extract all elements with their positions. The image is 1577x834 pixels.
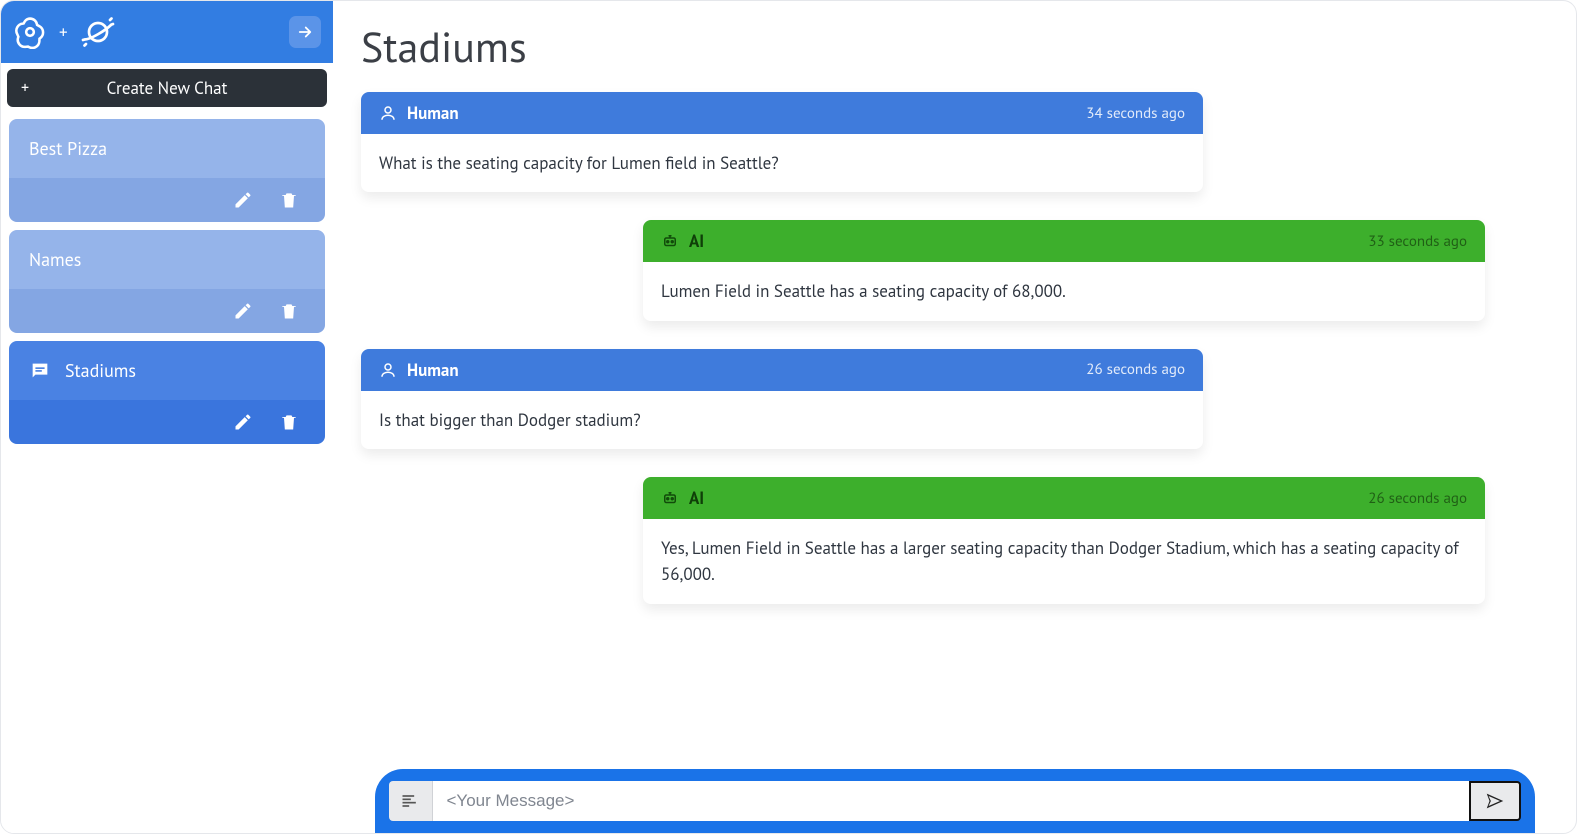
logo: + — [13, 14, 116, 50]
message-time: 33 seconds ago — [1368, 232, 1467, 251]
message-role: Human — [407, 359, 459, 381]
message-body: Lumen Field in Seattle has a seating cap… — [643, 262, 1485, 320]
message-time: 26 seconds ago — [1368, 489, 1467, 508]
trash-icon[interactable] — [279, 190, 299, 210]
chat-item-label: Stadiums — [65, 359, 136, 382]
robot-icon — [661, 232, 679, 250]
arrow-right-icon — [296, 23, 314, 41]
chat-item-best-pizza[interactable]: Best Pizza — [9, 119, 325, 222]
message-human: Human 26 seconds ago Is that bigger than… — [361, 349, 1203, 449]
composer-wrap — [333, 769, 1576, 833]
pencil-icon[interactable] — [233, 190, 253, 210]
chat-item-actions — [9, 289, 325, 333]
sidebar-header: + — [1, 1, 333, 63]
message-time: 26 seconds ago — [1086, 360, 1185, 379]
message-body: Is that bigger than Dodger stadium? — [361, 391, 1203, 449]
message-role: Human — [407, 102, 459, 124]
page-title: Stadiums — [361, 19, 1576, 74]
chat-item-head: Names — [9, 230, 325, 289]
chat-item-names[interactable]: Names — [9, 230, 325, 333]
messages: Human 34 seconds ago What is the seating… — [333, 82, 1576, 772]
format-button[interactable] — [389, 781, 433, 821]
chat-item-actions — [9, 400, 325, 444]
message-ai: AI 26 seconds ago Yes, Lumen Field in Se… — [643, 477, 1485, 604]
message-header: Human 26 seconds ago — [361, 349, 1203, 391]
user-icon — [379, 104, 397, 122]
send-button[interactable] — [1469, 781, 1521, 821]
sidebar: + + Create New Chat — [1, 1, 333, 833]
message-role: AI — [689, 487, 704, 509]
plus-icon: + — [21, 80, 29, 96]
message-time: 34 seconds ago — [1086, 104, 1185, 123]
message-header: Human 34 seconds ago — [361, 92, 1203, 134]
openai-logo-icon — [13, 15, 47, 49]
chat-list: Best Pizza Names — [1, 111, 333, 452]
main: Stadiums Human 34 seconds ago What is th… — [333, 1, 1576, 833]
plus-separator-icon: + — [59, 21, 68, 43]
chat-bubble-icon — [29, 360, 51, 382]
chat-item-label: Best Pizza — [29, 137, 107, 160]
message-input[interactable] — [433, 781, 1469, 821]
create-new-chat-button[interactable]: + Create New Chat — [7, 69, 327, 107]
composer — [375, 769, 1535, 833]
chat-item-stadiums[interactable]: Stadiums — [9, 341, 325, 444]
message-header: AI 33 seconds ago — [643, 220, 1485, 262]
collapse-sidebar-button[interactable] — [289, 16, 321, 48]
trash-icon[interactable] — [279, 412, 299, 432]
message-header: AI 26 seconds ago — [643, 477, 1485, 519]
send-icon — [1484, 790, 1506, 812]
paragraph-icon — [400, 791, 420, 811]
chat-item-label: Names — [29, 248, 81, 271]
robot-icon — [661, 489, 679, 507]
message-body: What is the seating capacity for Lumen f… — [361, 134, 1203, 192]
message-body: Yes, Lumen Field in Seattle has a larger… — [643, 519, 1485, 604]
trash-icon[interactable] — [279, 301, 299, 321]
user-icon — [379, 361, 397, 379]
chat-item-head: Stadiums — [9, 341, 325, 400]
create-new-chat-label: Create New Chat — [21, 77, 313, 99]
planet-logo-icon — [80, 14, 116, 50]
app-window: + + Create New Chat — [0, 0, 1577, 834]
chat-item-head: Best Pizza — [9, 119, 325, 178]
message-role: AI — [689, 230, 704, 252]
chat-item-actions — [9, 178, 325, 222]
pencil-icon[interactable] — [233, 412, 253, 432]
pencil-icon[interactable] — [233, 301, 253, 321]
message-ai: AI 33 seconds ago Lumen Field in Seattle… — [643, 220, 1485, 320]
message-human: Human 34 seconds ago What is the seating… — [361, 92, 1203, 192]
